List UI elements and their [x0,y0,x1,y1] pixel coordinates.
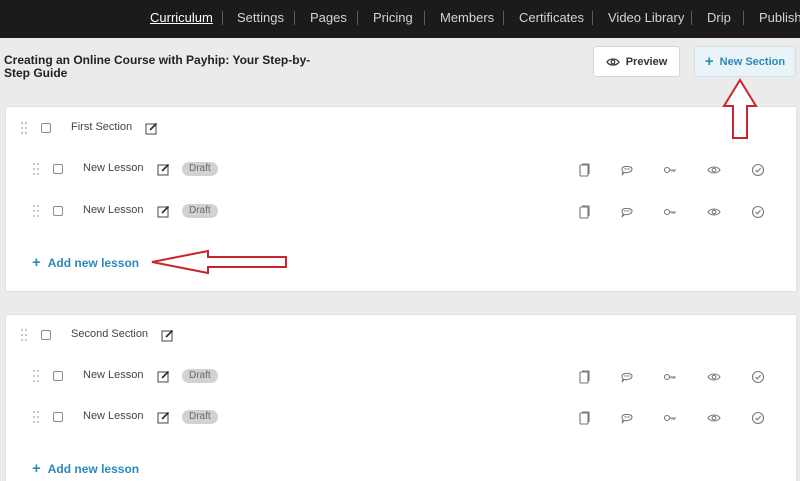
nav-pages[interactable]: Pages [310,10,347,26]
preview-label: Preview [625,55,668,68]
copy-icon[interactable] [577,163,591,177]
nav-video-library[interactable]: Video Library [608,10,684,26]
section-header: Second Section [6,325,796,347]
check-circle-icon[interactable] [751,411,765,425]
pencil-icon[interactable] [157,370,170,383]
comment-icon[interactable] [620,370,634,384]
drag-handle-icon[interactable] [33,163,39,175]
check-circle-icon[interactable] [751,370,765,384]
key-icon[interactable] [663,205,677,219]
key-icon[interactable] [663,163,677,177]
section-title: First Section [71,121,133,133]
nav-separator [357,11,358,25]
lesson-checkbox[interactable] [53,164,63,174]
section-panel: Second Section New Lesson Draft New Less… [5,314,797,481]
key-icon[interactable] [663,411,677,425]
new-section-label: New Section [719,55,786,68]
drag-handle-icon[interactable] [33,205,39,217]
add-lesson-label: Add new lesson [47,255,140,270]
nav-separator [222,11,223,25]
nav-curriculum[interactable]: Curriculum [150,10,213,26]
pencil-icon[interactable] [157,411,170,424]
nav-certificates[interactable]: Certificates [519,10,584,26]
pencil-icon[interactable] [157,163,170,176]
comment-icon[interactable] [620,411,634,425]
comment-icon[interactable] [620,205,634,219]
pencil-icon[interactable] [157,205,170,218]
top-navigation: Curriculum Settings Pages Pricing Member… [0,0,800,38]
plus-icon: + [32,254,41,271]
nav-separator [503,11,504,25]
drag-handle-icon[interactable] [21,122,27,134]
add-lesson-label: Add new lesson [47,461,140,476]
nav-publish[interactable]: Publish [759,10,800,26]
nav-separator [592,11,593,25]
eye-icon[interactable] [707,370,721,384]
lesson-checkbox[interactable] [53,412,63,422]
lesson-title[interactable]: New Lesson [83,369,144,381]
nav-separator [691,11,692,25]
drag-handle-icon[interactable] [33,370,39,382]
eye-icon[interactable] [707,163,721,177]
lesson-title[interactable]: New Lesson [83,162,144,174]
copy-icon[interactable] [577,411,591,425]
status-badge: Draft [182,369,218,383]
section-checkbox[interactable] [41,123,51,133]
nav-separator [424,11,425,25]
plus-icon: + [32,460,41,477]
key-icon[interactable] [663,370,677,384]
section-checkbox[interactable] [41,330,51,340]
copy-icon[interactable] [577,205,591,219]
new-section-button[interactable]: + New Section [694,46,796,77]
plus-icon: + [704,53,714,70]
lesson-row[interactable]: New Lesson Draft [6,366,796,388]
nav-settings[interactable]: Settings [237,10,284,26]
lesson-row[interactable]: New Lesson Draft [6,407,796,429]
eye-icon[interactable] [707,205,721,219]
pencil-icon[interactable] [161,329,174,342]
nav-members[interactable]: Members [440,10,494,26]
annotation-arrow-left [151,249,287,275]
lesson-checkbox[interactable] [53,371,63,381]
eye-icon[interactable] [707,411,721,425]
preview-button[interactable]: Preview [593,46,680,77]
nav-drip[interactable]: Drip [707,10,731,26]
section-header: First Section [6,118,796,140]
drag-handle-icon[interactable] [21,329,27,341]
nav-separator [743,11,744,25]
pencil-icon[interactable] [145,122,158,135]
check-circle-icon[interactable] [751,205,765,219]
add-lesson-button[interactable]: + Add new lesson [32,255,139,270]
lesson-title[interactable]: New Lesson [83,410,144,422]
lesson-title[interactable]: New Lesson [83,204,144,216]
status-badge: Draft [182,162,218,176]
annotation-arrow-up [722,78,758,139]
check-circle-icon[interactable] [751,163,765,177]
eye-icon [605,57,620,66]
section-panel: First Section New Lesson Draft New Lesso… [5,106,797,292]
course-title: Creating an Online Course with Payhip: Y… [4,53,311,80]
comment-icon[interactable] [620,163,634,177]
status-badge: Draft [182,204,218,218]
copy-icon[interactable] [577,370,591,384]
add-lesson-button[interactable]: + Add new lesson [32,461,139,476]
lesson-checkbox[interactable] [53,206,63,216]
nav-pricing[interactable]: Pricing [373,10,413,26]
status-badge: Draft [182,410,218,424]
lesson-row[interactable]: New Lesson Draft [6,201,796,223]
section-title: Second Section [71,328,149,340]
nav-separator [294,11,295,25]
drag-handle-icon[interactable] [33,411,39,423]
lesson-row[interactable]: New Lesson Draft [6,159,796,181]
